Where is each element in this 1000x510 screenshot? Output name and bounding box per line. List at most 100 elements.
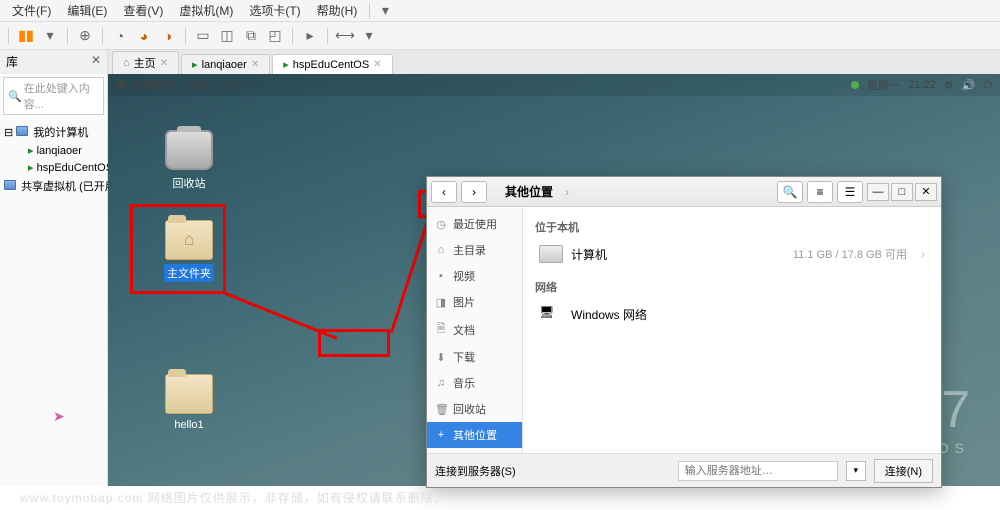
- console-icon[interactable]: ▸: [299, 25, 321, 47]
- dropdown-icon[interactable]: ▾: [39, 25, 61, 47]
- close-button[interactable]: ✕: [915, 183, 937, 201]
- menu-edit[interactable]: 编辑(E): [59, 0, 115, 21]
- gnome-top-bar: ◆ 应用程序 位置 文件 星期一 21:22 ⚙ 🔊 ⏻: [108, 74, 1000, 96]
- view-list-icon[interactable]: ≡: [807, 181, 833, 203]
- separator: [67, 28, 68, 44]
- library-search[interactable]: 🔍 在此处键入内容...: [3, 77, 104, 115]
- trash-icon: 🗑: [435, 403, 447, 416]
- tab-vm-hspeducentos[interactable]: ▸ hspEduCentOS ✕: [272, 54, 392, 74]
- video-icon: ▪: [435, 270, 447, 282]
- dropdown-icon[interactable]: ▾: [374, 0, 396, 22]
- fit-guest-icon[interactable]: ▭: [192, 25, 214, 47]
- row-label: Windows 网络: [571, 306, 647, 323]
- sidebar-recent[interactable]: ◷最近使用: [427, 211, 522, 237]
- chevron-right-icon: ›: [565, 185, 569, 199]
- icon-label: hello1: [171, 418, 206, 432]
- tree-root-mycomputer[interactable]: ⊟ 我的计算机: [2, 122, 105, 142]
- close-icon[interactable]: ✕: [160, 58, 168, 69]
- clock-time[interactable]: 21:22: [908, 79, 936, 91]
- breadcrumb-item[interactable]: 其他位置: [497, 180, 561, 203]
- gnome-apps-menu[interactable]: ◆ 应用程序: [116, 77, 174, 93]
- snapshot-manage-icon[interactable]: ◕: [133, 25, 155, 47]
- sidebar-downloads[interactable]: ⬇下载: [427, 344, 522, 370]
- maximize-button[interactable]: □: [891, 183, 913, 201]
- dropdown-icon[interactable]: ▾: [846, 461, 866, 481]
- gnome-files-menu[interactable]: 文件: [220, 77, 242, 93]
- desktop-home-folder[interactable]: 主文件夹: [158, 220, 220, 282]
- clock-day[interactable]: 星期一: [867, 77, 900, 93]
- sidebar-documents[interactable]: 🗎文档: [427, 315, 522, 344]
- search-placeholder: 在此处键入内容...: [24, 80, 99, 112]
- volume-icon[interactable]: 🔊: [962, 79, 976, 92]
- sidebar-pictures[interactable]: ◨图片: [427, 289, 522, 315]
- sidebar-home[interactable]: ⌂主目录: [427, 237, 522, 263]
- folder-icon: [165, 220, 213, 260]
- windows-network-row[interactable]: 🖥 Windows 网络: [535, 299, 929, 329]
- connect-button[interactable]: 连接(N): [874, 459, 933, 483]
- chevron-right-icon: ›: [921, 247, 925, 261]
- desktop-trash[interactable]: 回收站: [158, 130, 220, 192]
- home-icon: ⌂: [123, 57, 130, 69]
- tab-home[interactable]: ⌂ 主页 ✕: [112, 51, 179, 74]
- nav-forward-button[interactable]: ›: [461, 181, 487, 203]
- sidebar-videos[interactable]: ▪视频: [427, 263, 522, 289]
- home-icon: ⌂: [435, 244, 447, 256]
- pause-icon[interactable]: ▮▮: [15, 25, 37, 47]
- tree-vm-lanqiaoer[interactable]: ▸ lanqiaoer: [2, 142, 105, 159]
- close-icon[interactable]: ✕: [251, 59, 259, 70]
- tab-label: hspEduCentOS: [293, 59, 369, 71]
- vm-icon: ▸: [28, 145, 34, 157]
- sidebar-music[interactable]: ♫音乐: [427, 370, 522, 396]
- file-browser-window: ‹ › 其他位置 › 🔍 ≡ ☰ — □ ✕: [426, 176, 942, 488]
- snapshot-revert-icon[interactable]: ◑: [157, 25, 179, 47]
- vm-icon: ▸: [28, 162, 34, 174]
- stretch-icon[interactable]: ⟷: [334, 25, 356, 47]
- guest-desktop[interactable]: ◆ 应用程序 位置 文件 星期一 21:22 ⚙ 🔊 ⏻ 回收站: [108, 74, 1000, 486]
- library-sidebar: 库 ✕ 🔍 在此处键入内容... ⊟ 我的计算机 ▸ lanqiaoer ▸ h…: [0, 50, 108, 486]
- centos-version: 7: [876, 380, 970, 440]
- tree-shared-vms[interactable]: 共享虚拟机 (已开用): [2, 176, 105, 196]
- menu-file[interactable]: 文件(F): [4, 0, 59, 21]
- picture-icon: ◨: [435, 296, 447, 309]
- minimize-button[interactable]: —: [867, 183, 889, 201]
- power-icon[interactable]: ⏻: [983, 79, 992, 92]
- fullscreen-icon[interactable]: ◰: [264, 25, 286, 47]
- cursor-icon: ➤: [53, 408, 65, 425]
- tab-vm-lanqiaoer[interactable]: ▸ lanqiaoer ✕: [181, 54, 270, 74]
- expand-icon: ⊟: [4, 127, 13, 139]
- network-icon[interactable]: ⚙: [944, 79, 954, 92]
- sidebar-header: 库 ✕: [0, 50, 107, 74]
- nav-back-button[interactable]: ‹: [431, 181, 457, 203]
- music-icon: ♫: [435, 377, 447, 389]
- close-icon[interactable]: ✕: [373, 59, 381, 70]
- tree-vm-hspeducentos[interactable]: ▸ hspEduCentOS: [2, 159, 105, 176]
- annotation-line-1: [225, 292, 337, 340]
- filewin-header: ‹ › 其他位置 › 🔍 ≡ ☰ — □ ✕: [427, 177, 941, 207]
- menu-help[interactable]: 帮助(H): [309, 0, 366, 21]
- server-address-input[interactable]: [678, 461, 838, 481]
- separator: [8, 28, 9, 44]
- separator: [102, 28, 103, 44]
- tab-label: 主页: [134, 55, 156, 71]
- snapshot-icon[interactable]: ◔: [109, 25, 131, 47]
- menu-view[interactable]: 查看(V): [115, 0, 171, 21]
- send-cad-icon[interactable]: ⊕: [74, 25, 96, 47]
- dropdown-icon[interactable]: ▾: [358, 25, 380, 47]
- close-icon[interactable]: ✕: [91, 53, 101, 70]
- sidebar-trash[interactable]: 🗑回收站: [427, 396, 522, 422]
- search-icon[interactable]: 🔍: [777, 181, 803, 203]
- menu-tabs[interactable]: 选项卡(T): [241, 0, 308, 21]
- menu-vm[interactable]: 虚拟机(M): [171, 0, 241, 21]
- separator: [292, 28, 293, 44]
- fit-window-icon[interactable]: ◫: [216, 25, 238, 47]
- icon-label: 回收站: [170, 174, 209, 192]
- computer-row[interactable]: 计算机 11.1 GB / 17.8 GB 可用 ›: [535, 239, 929, 269]
- desktop-hello1-folder[interactable]: hello1: [158, 374, 220, 432]
- sidebar-other-locations[interactable]: +其他位置: [427, 422, 522, 448]
- centos-name: CENTOS: [876, 440, 970, 456]
- gnome-places-menu[interactable]: 位置: [186, 77, 208, 93]
- unity-icon[interactable]: ⧉: [240, 25, 262, 47]
- menu-icon[interactable]: ☰: [837, 181, 863, 203]
- tree-label: lanqiaoer: [37, 145, 82, 157]
- document-icon: 🗎: [435, 320, 447, 339]
